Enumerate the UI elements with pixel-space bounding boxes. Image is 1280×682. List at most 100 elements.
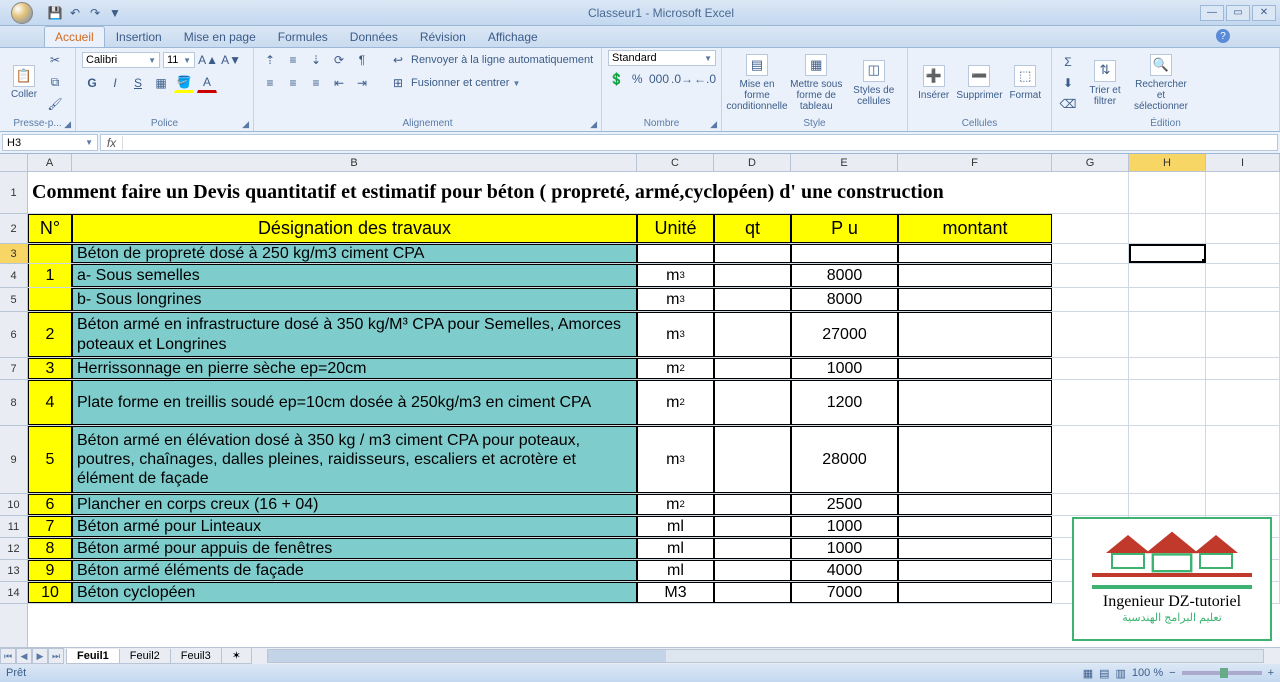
- cell-no[interactable]: 5: [28, 426, 72, 493]
- align-center-icon[interactable]: ≡: [283, 73, 303, 93]
- align-top-icon[interactable]: ⇡: [260, 50, 280, 70]
- format-cells-button[interactable]: ⬚Format: [1006, 50, 1045, 116]
- launcher-icon[interactable]: ◢: [710, 119, 717, 130]
- cell[interactable]: [1052, 244, 1129, 263]
- office-button[interactable]: [0, 0, 44, 26]
- header-montant[interactable]: montant: [898, 214, 1052, 243]
- cell-montant[interactable]: [898, 358, 1052, 379]
- cell-designation[interactable]: Béton cyclopéen: [72, 582, 637, 603]
- cell-designation[interactable]: a- Sous semelles: [72, 264, 637, 287]
- cell-designation[interactable]: Plancher en corps creux (16 + 04): [72, 494, 637, 515]
- cell-pu[interactable]: 27000: [791, 312, 898, 357]
- cell-pu[interactable]: 1000: [791, 516, 898, 537]
- save-icon[interactable]: 💾: [48, 6, 62, 20]
- cell-unit[interactable]: M3: [637, 582, 714, 603]
- cell[interactable]: [1052, 312, 1129, 357]
- cell[interactable]: [1206, 264, 1280, 287]
- cell[interactable]: [1052, 172, 1129, 213]
- cell-no[interactable]: 1: [28, 264, 72, 287]
- wrap-text-label[interactable]: Renvoyer à la ligne automatiquement: [411, 54, 593, 66]
- align-bottom-icon[interactable]: ⇣: [306, 50, 326, 70]
- cell[interactable]: [1129, 494, 1206, 515]
- cell-qt[interactable]: [714, 426, 791, 493]
- align-right-icon[interactable]: ≡: [306, 73, 326, 93]
- cell[interactable]: [1206, 494, 1280, 515]
- cell-montant[interactable]: [898, 494, 1052, 515]
- cell-unit[interactable]: m3: [637, 264, 714, 287]
- find-select-button[interactable]: 🔍Rechercher et sélectionner: [1132, 50, 1190, 116]
- cell[interactable]: [1206, 426, 1280, 493]
- cell-no[interactable]: 7: [28, 516, 72, 537]
- cell-qt[interactable]: [714, 244, 791, 263]
- fill-icon[interactable]: ⬇: [1058, 73, 1078, 93]
- zoom-out-icon[interactable]: −: [1169, 667, 1175, 679]
- merge-center-icon[interactable]: ⊞: [388, 73, 408, 93]
- cell-no[interactable]: 3: [28, 358, 72, 379]
- indent-decrease-icon[interactable]: ⇤: [329, 73, 349, 93]
- text-direction-icon[interactable]: ¶: [352, 50, 372, 70]
- launcher-icon[interactable]: ◢: [64, 119, 71, 130]
- help-icon[interactable]: ?: [1216, 29, 1230, 43]
- cell[interactable]: [1206, 172, 1280, 213]
- tab-affichage[interactable]: Affichage: [477, 26, 549, 47]
- cell[interactable]: [1052, 214, 1129, 243]
- cell-montant[interactable]: [898, 288, 1052, 311]
- row-header[interactable]: 12: [0, 538, 27, 560]
- cell-designation[interactable]: Béton armé en élévation dosé à 350 kg / …: [72, 426, 637, 493]
- redo-icon[interactable]: ↷: [88, 6, 102, 20]
- row-header[interactable]: 2: [0, 214, 27, 244]
- launcher-icon[interactable]: ◢: [590, 119, 597, 130]
- shrink-font-icon[interactable]: A▼: [221, 50, 241, 70]
- cells-area[interactable]: Comment faire un Devis quantitatif et es…: [28, 172, 1280, 647]
- qat-dropdown-icon[interactable]: ▼: [108, 6, 122, 20]
- col-header-c[interactable]: C: [637, 154, 714, 171]
- cell-montant[interactable]: [898, 312, 1052, 357]
- bold-button[interactable]: G: [82, 73, 102, 93]
- cell-no[interactable]: [28, 288, 72, 311]
- cell[interactable]: [1129, 380, 1206, 425]
- view-pagebreak-icon[interactable]: ▥: [1116, 667, 1126, 680]
- col-header-d[interactable]: D: [714, 154, 791, 171]
- header-designation[interactable]: Désignation des travaux: [72, 214, 637, 243]
- cell-qt[interactable]: [714, 288, 791, 311]
- italic-button[interactable]: I: [105, 73, 125, 93]
- copy-icon[interactable]: ⧉: [45, 72, 65, 92]
- cell-montant[interactable]: [898, 538, 1052, 559]
- cell[interactable]: [1052, 264, 1129, 287]
- close-button[interactable]: ✕: [1252, 5, 1276, 21]
- cell-designation[interactable]: Béton armé en infrastructure dosé à 350 …: [72, 312, 637, 357]
- cell-unit[interactable]: m2: [637, 358, 714, 379]
- underline-button[interactable]: S: [128, 73, 148, 93]
- percent-icon[interactable]: %: [629, 69, 647, 89]
- cell-qt[interactable]: [714, 582, 791, 603]
- col-header-a[interactable]: A: [28, 154, 72, 171]
- cell-qt[interactable]: [714, 358, 791, 379]
- tab-accueil[interactable]: Accueil: [44, 26, 105, 47]
- cell-pu[interactable]: 4000: [791, 560, 898, 581]
- col-header-i[interactable]: I: [1206, 154, 1280, 171]
- cell-qt[interactable]: [714, 538, 791, 559]
- format-as-table-button[interactable]: ▦Mettre sous forme de tableau: [789, 50, 844, 116]
- cell-pu[interactable]: 28000: [791, 426, 898, 493]
- cell-pu[interactable]: 1000: [791, 358, 898, 379]
- tab-donnees[interactable]: Données: [339, 26, 409, 47]
- col-header-b[interactable]: B: [72, 154, 637, 171]
- format-painter-icon[interactable]: 🖌: [45, 94, 65, 114]
- cell-designation[interactable]: Béton armé pour Linteaux: [72, 516, 637, 537]
- cell-designation[interactable]: Béton de propreté dosé à 250 kg/m3 cimen…: [72, 244, 637, 263]
- cell-designation[interactable]: Béton armé pour appuis de fenêtres: [72, 538, 637, 559]
- row-header[interactable]: 5: [0, 288, 27, 312]
- cell-unit[interactable]: ml: [637, 516, 714, 537]
- new-sheet-icon[interactable]: ✶: [221, 648, 252, 664]
- cell-pu[interactable]: [791, 244, 898, 263]
- cell[interactable]: [1206, 214, 1280, 243]
- cell-unit[interactable]: m2: [637, 494, 714, 515]
- cell-qt[interactable]: [714, 494, 791, 515]
- sheet-tab[interactable]: Feuil1: [66, 649, 120, 664]
- cell-pu[interactable]: 7000: [791, 582, 898, 603]
- cell-qt[interactable]: [714, 380, 791, 425]
- cell[interactable]: [1129, 264, 1206, 287]
- cell-montant[interactable]: [898, 264, 1052, 287]
- tab-insertion[interactable]: Insertion: [105, 26, 173, 47]
- zoom-level[interactable]: 100 %: [1132, 667, 1163, 679]
